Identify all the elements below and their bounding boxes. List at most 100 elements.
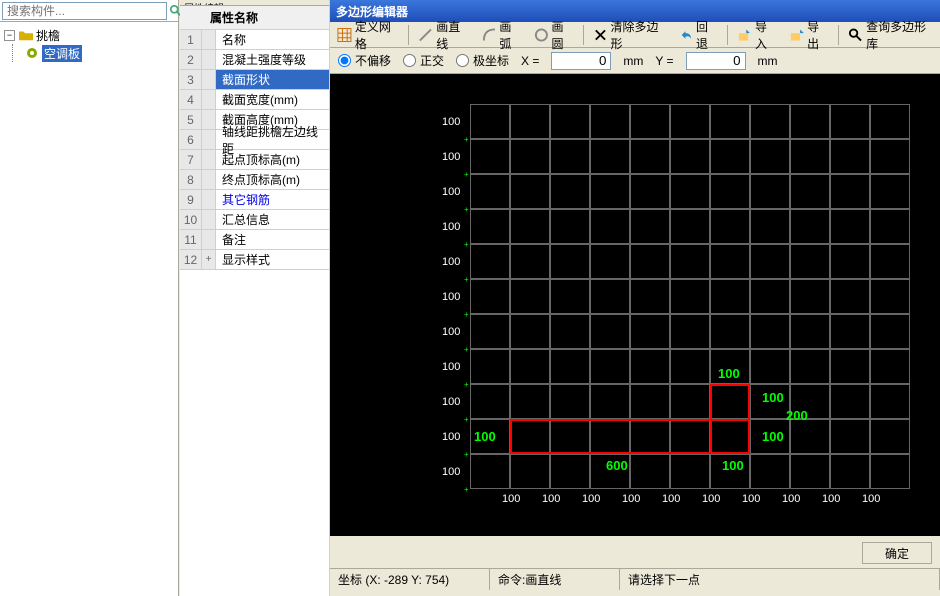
x-icon [593,27,608,43]
draw-arc-label: 画弧 [499,18,521,52]
define-grid-label: 定义网格 [355,18,400,52]
expand-icon[interactable]: + [202,250,216,269]
property-row[interactable]: 1 名称 [180,30,329,50]
expand-icon [202,110,216,129]
expand-icon [202,190,216,209]
line-icon [418,27,433,43]
query-icon [848,27,863,43]
editor-toolbar: 定义网格 画直线 画弧 画圆 清除多边形 回退 导入 [330,22,940,48]
export-button[interactable]: 导出 [786,16,832,54]
draw-circle-button[interactable]: 画圆 [531,16,577,54]
import-button[interactable]: 导入 [734,16,780,54]
property-name: 显示样式 [216,250,329,269]
expand-icon [202,90,216,109]
property-name: 轴线距挑檐左边线距 [216,130,329,149]
circle-icon [534,27,549,43]
ortho-radio[interactable]: 正交 [403,52,444,69]
row-number: 3 [180,70,202,89]
property-name: 其它钢筋 [216,190,329,209]
dialog-buttons: 确定 [862,542,932,564]
row-number: 4 [180,90,202,109]
component-tree-panel: − 挑檐 空调板 [0,0,179,596]
clear-button[interactable]: 清除多边形 [590,16,670,54]
collapse-icon[interactable]: − [4,30,15,41]
property-name: 终点顶标高(m) [216,170,329,189]
polar-radio[interactable]: 极坐标 [456,52,509,69]
define-grid-button[interactable]: 定义网格 [334,16,402,54]
row-number: 6 [180,130,202,149]
folder-icon [19,29,33,41]
import-icon [737,27,752,43]
property-row[interactable]: 12+显示样式 [180,250,329,270]
row-number: 12 [180,250,202,269]
property-name: 起点顶标高(m) [216,150,329,169]
undo-button[interactable]: 回退 [675,16,721,54]
status-prompt: 请选择下一点 [620,569,940,590]
search-input[interactable] [2,2,167,20]
draw-line-button[interactable]: 画直线 [415,16,472,54]
x-unit: mm [623,54,643,68]
property-name: 汇总信息 [216,210,329,229]
expand-icon [202,170,216,189]
status-coord: 坐标 (X: -289 Y: 754) [330,569,490,590]
tree-child[interactable]: 空调板 [25,44,178,62]
property-row[interactable]: 9 其它钢筋 [180,190,329,210]
draw-arc-button[interactable]: 画弧 [479,16,525,54]
expand-icon [202,50,216,69]
ok-button[interactable]: 确定 [862,542,932,564]
draw-line-label: 画直线 [436,18,469,52]
polygon-editor: 多边形编辑器 定义网格 画直线 画弧 画圆 清除多边形 回退 [330,0,940,596]
y-label: Y = [655,54,673,68]
row-number: 10 [180,210,202,229]
row-number: 5 [180,110,202,129]
import-label: 导入 [755,18,777,52]
y-input[interactable] [686,52,746,70]
undo-icon [678,27,693,43]
property-name: 截面宽度(mm) [216,90,329,109]
tree-root[interactable]: − 挑檐 [4,26,178,44]
x-input[interactable] [551,52,611,70]
draw-circle-label: 画圆 [551,18,573,52]
property-row[interactable]: 2混凝土强度等级 [180,50,329,70]
property-row[interactable]: 4 截面宽度(mm) [180,90,329,110]
expand-icon [202,70,216,89]
row-number: 9 [180,190,202,209]
no-offset-radio[interactable]: 不偏移 [338,52,391,69]
search-bar [0,0,178,22]
property-name: 截面形状 [216,70,329,89]
property-panel: 属性编辑 属性名称 1名称2混凝土强度等级3截面形状4截面宽度(mm)5截面高度… [180,0,330,596]
canvas[interactable]: 100+100+100+100+100+100+100+100+100+100+… [330,74,940,536]
grid-icon [337,27,352,43]
property-row[interactable]: 11 备注 [180,230,329,250]
x-label: X = [521,54,539,68]
property-name: 名称 [216,30,329,49]
expand-icon [202,130,216,149]
status-cmd: 命令:画直线 [490,569,620,590]
property-row[interactable]: 6 轴线距挑檐左边线距 [180,130,329,150]
clear-label: 清除多边形 [611,18,667,52]
property-row[interactable]: 3 截面形状 [180,70,329,90]
gear-icon [25,47,39,59]
property-row[interactable]: 10 汇总信息 [180,210,329,230]
row-number: 1 [180,30,202,49]
property-name: 混凝土强度等级 [216,50,329,69]
expand-icon [202,230,216,249]
property-row[interactable]: 8终点顶标高(m) [180,170,329,190]
property-row[interactable]: 7 起点顶标高(m) [180,150,329,170]
row-number: 11 [180,230,202,249]
tree-root-label: 挑檐 [36,27,60,44]
undo-label: 回退 [696,18,718,52]
query-button[interactable]: 查询多边形库 [845,16,936,54]
expand-icon [202,150,216,169]
row-number: 7 [180,150,202,169]
export-label: 导出 [807,18,829,52]
query-label: 查询多边形库 [866,18,933,52]
property-header: 属性名称 [180,6,329,30]
expand-icon [202,30,216,49]
y-unit: mm [758,54,778,68]
statusbar: 坐标 (X: -289 Y: 754) 命令:画直线 请选择下一点 [330,568,940,590]
arc-icon [482,27,497,43]
tree: − 挑檐 空调板 [0,22,178,62]
tree-child-label: 空调板 [42,45,82,62]
property-name: 备注 [216,230,329,249]
